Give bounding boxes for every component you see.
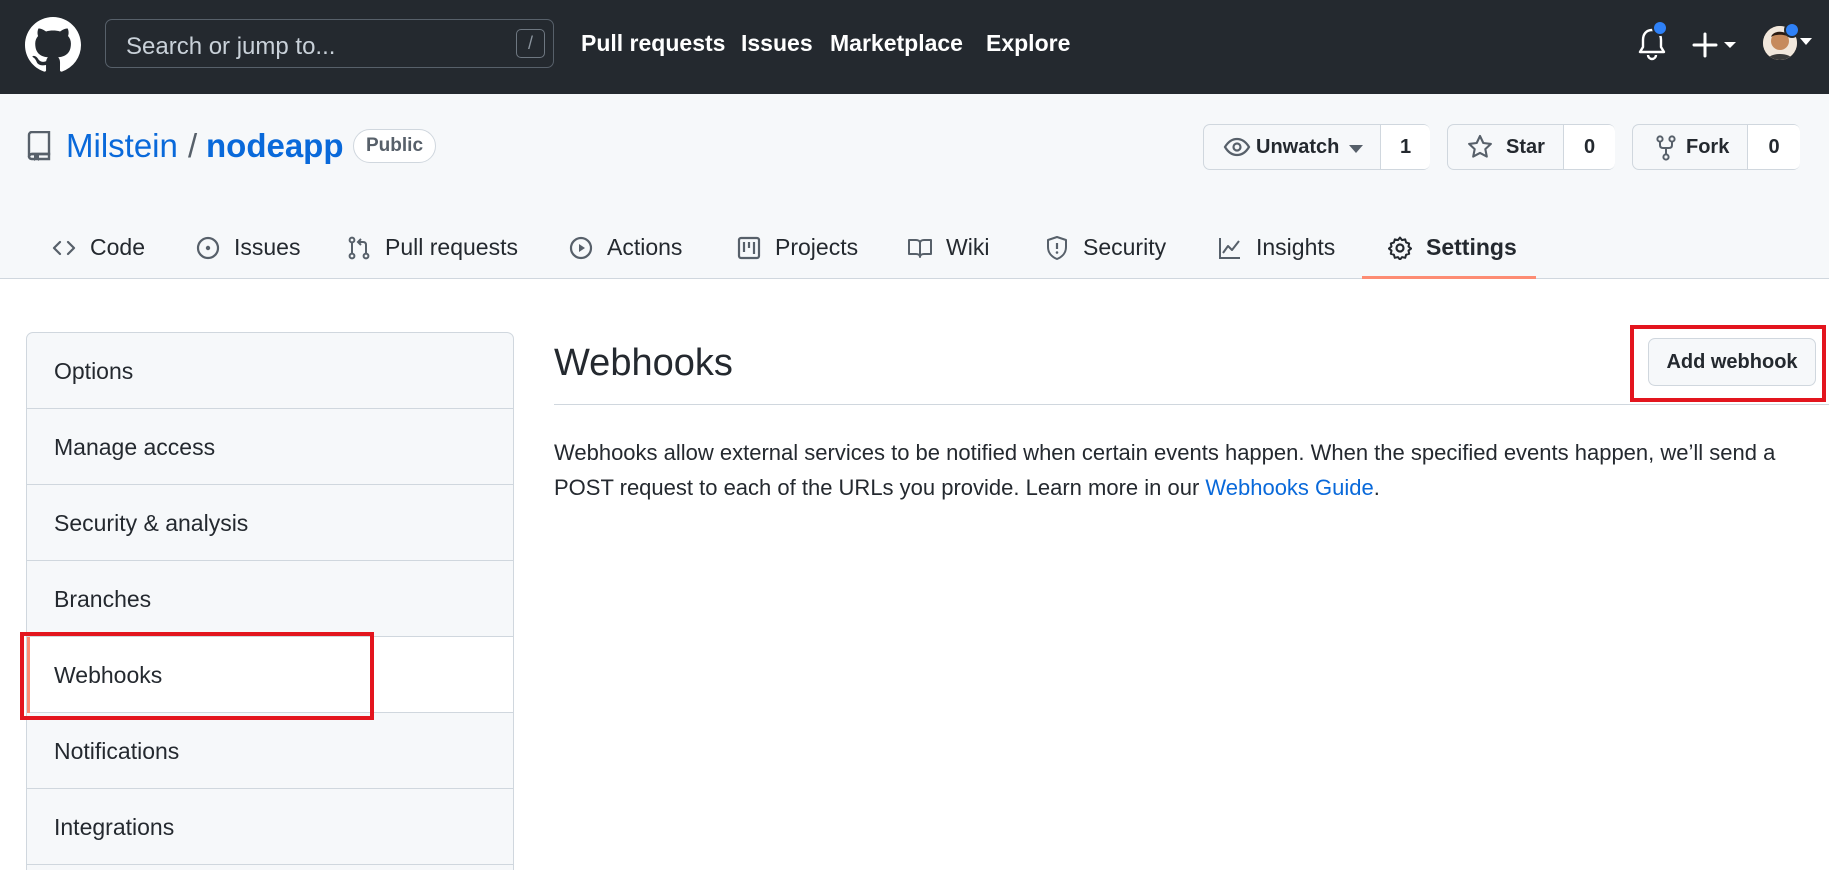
unwatch-button[interactable]: Unwatch (1256, 125, 1339, 169)
highlight-box-webhooks (20, 632, 374, 720)
settings-sidebar: Options Manage access Security & analysi… (26, 332, 514, 870)
nav-pull-requests[interactable]: Pull requests (581, 30, 725, 57)
description-period: . (1373, 475, 1380, 500)
tab-wiki[interactable]: Wiki (908, 222, 989, 279)
sidebar-item-notifications[interactable]: Notifications (27, 713, 513, 789)
tab-projects[interactable]: Projects (737, 222, 858, 279)
star-icon (1468, 134, 1492, 158)
tab-label: Wiki (946, 234, 990, 260)
global-header: Search or jump to... / Pull requests Iss… (0, 0, 1829, 94)
search-placeholder: Search or jump to... (126, 33, 336, 60)
watch-button-group: Unwatch 1 (1203, 124, 1430, 170)
description-text: Webhooks allow external services to be n… (554, 440, 1776, 500)
chevron-down-icon[interactable] (1349, 145, 1363, 153)
tab-actions[interactable]: Actions (569, 222, 682, 279)
tab-code[interactable]: Code (52, 222, 145, 279)
tab-label: Issues (234, 234, 301, 260)
play-icon (569, 236, 593, 260)
repo-path-separator: / (188, 127, 198, 164)
watch-count[interactable]: 1 (1380, 125, 1430, 169)
code-icon (52, 240, 76, 256)
tab-label: Projects (775, 234, 859, 260)
search-input[interactable]: Search or jump to... / (105, 19, 554, 68)
graph-icon (1219, 238, 1240, 259)
repo-icon (27, 131, 51, 161)
issue-icon (196, 236, 220, 260)
repo-tab-nav: Code Issues Pull requests Actions Projec… (0, 222, 1829, 279)
nav-explore[interactable]: Explore (986, 30, 1070, 57)
tab-label: Pull requests (385, 234, 518, 260)
sidebar-item-branches[interactable]: Branches (27, 561, 513, 637)
repo-owner-link[interactable]: Milstein (66, 127, 178, 165)
active-tab-indicator (1362, 276, 1536, 279)
sidebar-item-security-analysis[interactable]: Security & analysis (27, 485, 513, 561)
highlight-box-add-webhook (1630, 325, 1826, 402)
tab-security[interactable]: Security (1045, 222, 1166, 279)
repo-name-link[interactable]: nodeapp (206, 127, 344, 165)
star-button-group: Star 0 (1447, 124, 1615, 170)
create-new-plus-icon[interactable] (1690, 22, 1750, 66)
repository-header: Milstein / nodeapp Public Unwatch 1 Star… (0, 94, 1829, 279)
tab-issues[interactable]: Issues (196, 222, 300, 279)
sidebar-item-integrations[interactable]: Integrations (27, 789, 513, 865)
visibility-badge: Public (353, 129, 437, 163)
fork-icon (1656, 135, 1676, 161)
shield-icon (1047, 236, 1067, 260)
avatar-status-indicator (1784, 22, 1800, 38)
webhooks-description: Webhooks allow external services to be n… (554, 435, 1816, 505)
book-icon (908, 239, 932, 258)
star-button[interactable]: Star (1506, 125, 1545, 169)
search-shortcut-key: / (516, 29, 545, 58)
tab-label: Settings (1426, 234, 1517, 260)
fork-button-group: Fork 0 (1632, 124, 1800, 170)
gear-icon (1388, 236, 1412, 260)
nav-marketplace[interactable]: Marketplace (830, 30, 963, 57)
sidebar-item-manage-access[interactable]: Manage access (27, 409, 513, 485)
tab-insights[interactable]: Insights (1218, 222, 1335, 279)
project-icon (737, 236, 761, 260)
page-title: Webhooks (554, 342, 733, 384)
title-divider (554, 404, 1829, 405)
tab-label: Security (1083, 234, 1167, 260)
fork-count[interactable]: 0 (1747, 125, 1800, 169)
avatar-dropdown-caret-icon[interactable] (1800, 38, 1812, 45)
star-count[interactable]: 0 (1563, 125, 1615, 169)
nav-issues[interactable]: Issues (741, 30, 813, 57)
eye-icon (1223, 137, 1251, 157)
fork-button[interactable]: Fork (1686, 125, 1729, 169)
tab-label: Actions (607, 234, 683, 260)
tab-label: Insights (1256, 234, 1336, 260)
webhooks-guide-link[interactable]: Webhooks Guide (1205, 475, 1373, 500)
pull-request-icon (348, 236, 370, 260)
tab-label: Code (90, 234, 145, 260)
sidebar-item-options[interactable]: Options (27, 333, 513, 409)
tab-settings[interactable]: Settings (1388, 222, 1517, 279)
notification-indicator (1652, 20, 1668, 36)
github-logo-icon[interactable] (25, 17, 81, 73)
tab-pull-requests[interactable]: Pull requests (347, 222, 518, 279)
